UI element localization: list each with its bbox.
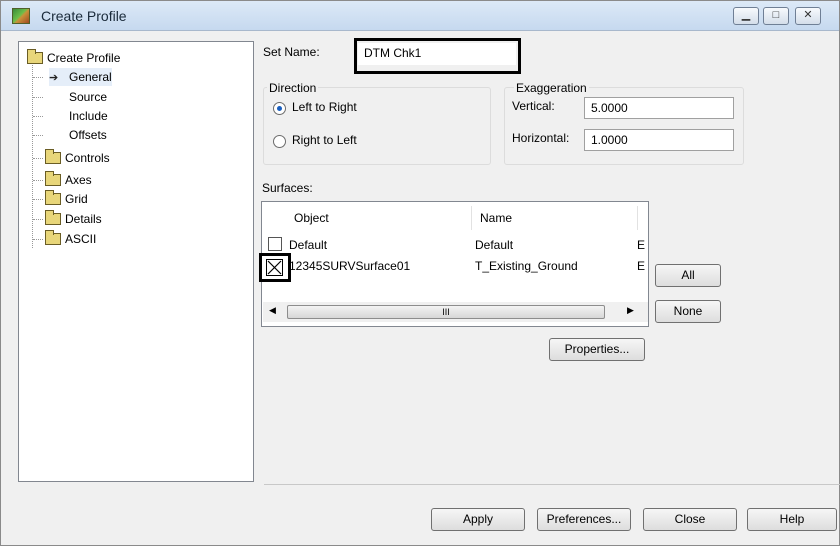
surface-row-checkbox[interactable] (268, 237, 282, 251)
tree-guide (33, 199, 43, 200)
right-to-left-radio[interactable] (273, 135, 286, 148)
tree-item-grid[interactable]: Grid (45, 190, 88, 208)
apply-button[interactable]: Apply (431, 508, 525, 531)
vertical-label: Vertical: (512, 99, 555, 113)
tree-item-ascii[interactable]: ASCII (45, 230, 96, 248)
tree-item-label: Include (69, 109, 108, 123)
folder-icon (45, 190, 61, 205)
surface-extra-cell: E (637, 238, 646, 252)
tree-item-general[interactable]: ➔ General (49, 68, 112, 86)
tree-item-label: Grid (65, 192, 88, 206)
tree-guide (33, 239, 43, 240)
tree-guide (32, 62, 33, 248)
arrow-right-icon: ➔ (49, 71, 59, 84)
folder-icon (45, 210, 61, 225)
create-profile-window: Create Profile ▁ □ ✕ Create Profile ➔ Ge… (0, 0, 840, 546)
tree-guide (33, 219, 43, 220)
tree-guide (33, 135, 43, 136)
scroll-left-icon[interactable]: ◀ (269, 305, 276, 316)
column-header-name[interactable]: Name (472, 206, 638, 230)
tree-item-label: Source (69, 90, 108, 104)
tree-guide (33, 180, 43, 181)
tree-item-label: Axes (65, 173, 92, 187)
tree-item-label: Offsets (69, 128, 107, 142)
tree-item-include[interactable]: Include (69, 107, 108, 125)
close-button[interactable]: Close (643, 508, 737, 531)
scrollbar-thumb[interactable]: III (287, 305, 605, 319)
tree-item-controls[interactable]: Controls (45, 149, 110, 167)
tree-item-label: Details (65, 212, 102, 226)
left-to-right-radio[interactable] (273, 102, 286, 115)
title-bar[interactable]: Create Profile ▁ □ ✕ (1, 1, 839, 31)
open-folder-icon (27, 49, 43, 64)
left-to-right-label[interactable]: Left to Right (292, 100, 357, 114)
close-window-button[interactable]: ✕ (795, 7, 821, 25)
direction-group (263, 87, 491, 165)
surface-object-cell[interactable]: 12345SURVSurface01 (289, 259, 410, 273)
tree-item-label: Controls (65, 151, 110, 165)
tree-root-create-profile[interactable]: Create Profile (27, 49, 120, 67)
maximize-button[interactable]: □ (763, 7, 789, 25)
scroll-right-icon[interactable]: ▶ (627, 305, 634, 316)
surface-extra-cell: E (637, 259, 646, 273)
exaggeration-group-label: Exaggeration (514, 81, 589, 95)
check-x-icon (267, 260, 282, 275)
vertical-input[interactable]: 5.0000 (584, 97, 734, 119)
footer-separator (264, 484, 840, 485)
window-title: Create Profile (41, 8, 127, 24)
tree-item-axes[interactable]: Axes (45, 171, 92, 189)
folder-icon (45, 149, 61, 164)
surface-name-cell[interactable]: Default (475, 238, 513, 252)
tree-item-label: ASCII (65, 232, 97, 246)
tree-item-label: General (69, 70, 112, 84)
tree-guide (33, 97, 43, 98)
tree-item-offsets[interactable]: Offsets (69, 126, 107, 144)
horizontal-label: Horizontal: (512, 131, 570, 145)
direction-group-label: Direction (267, 81, 319, 95)
navigation-tree: Create Profile ➔ General Source Include … (18, 41, 254, 482)
tree-item-details[interactable]: Details (45, 210, 102, 228)
horizontal-scrollbar[interactable]: ◀ III ▶ (263, 302, 648, 322)
set-name-input[interactable]: DTM Chk1 (358, 43, 516, 65)
surfaces-label: Surfaces: (262, 181, 313, 195)
column-header-object[interactable]: Object (286, 206, 472, 230)
surface-name-cell[interactable]: T_Existing_Ground (475, 259, 578, 273)
tree-item-source[interactable]: Source (69, 88, 107, 106)
surfaces-list[interactable]: Object Name Default Default E 12345SURVS… (261, 201, 649, 327)
horizontal-input[interactable]: 1.0000 (584, 129, 734, 151)
app-icon (12, 8, 30, 24)
surface-row-checkbox-checked[interactable] (266, 259, 283, 276)
minimize-button[interactable]: ▁ (733, 7, 759, 25)
folder-icon (45, 171, 61, 186)
tree-guide (33, 77, 43, 78)
properties-button[interactable]: Properties... (549, 338, 645, 361)
none-button[interactable]: None (655, 300, 721, 323)
preferences-button[interactable]: Preferences... (537, 508, 631, 531)
surface-object-cell[interactable]: Default (289, 238, 327, 252)
right-to-left-label[interactable]: Right to Left (292, 133, 357, 147)
help-button[interactable]: Help (747, 508, 837, 531)
all-button[interactable]: All (655, 264, 721, 287)
folder-icon (45, 230, 61, 245)
tree-root-label: Create Profile (47, 51, 121, 65)
tree-guide (33, 116, 43, 117)
set-name-label: Set Name: (263, 45, 320, 59)
tree-guide (33, 158, 43, 159)
